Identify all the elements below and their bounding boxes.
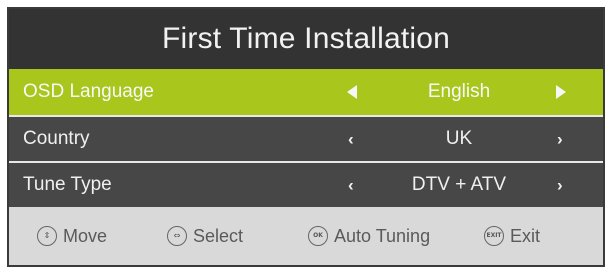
setting-label: OSD Language	[23, 81, 154, 102]
hint-label: Select	[193, 225, 244, 246]
left-right-icon: ⇔	[167, 226, 187, 246]
chevron-right-icon[interactable]: ›	[557, 177, 563, 194]
dialog-title-bar: First Time Installation	[9, 9, 603, 69]
chevron-right-icon[interactable]: ›	[557, 131, 563, 148]
setting-value: DTV + ATV	[411, 174, 507, 195]
hint-label: Exit	[510, 225, 541, 246]
hint-exit: EXIT Exit	[484, 226, 540, 247]
settings-list: OSD Language English Country ‹ UK › Tune…	[9, 69, 603, 207]
hint-label: Move	[63, 225, 108, 246]
setting-row-osd-language[interactable]: OSD Language English	[9, 69, 603, 115]
chevron-left-icon[interactable]: ‹	[348, 131, 354, 148]
setting-value: UK	[445, 128, 473, 149]
footer-hints: ⇕ Move ⇔ Select OK Auto Tuning EXIT Exit	[9, 207, 603, 265]
hint-label: Auto Tuning	[334, 225, 431, 246]
setting-row-country[interactable]: Country ‹ UK ›	[9, 115, 603, 161]
setting-label: Tune Type	[23, 174, 112, 195]
up-down-icon: ⇕	[37, 226, 57, 246]
hint-select: ⇔ Select	[167, 226, 243, 247]
ok-icon: OK	[308, 226, 328, 246]
setting-label: Country	[23, 128, 90, 149]
setting-value: English	[427, 81, 491, 102]
hint-auto-tuning: OK Auto Tuning	[308, 226, 430, 247]
first-time-installation-dialog: First Time Installation OSD Language Eng…	[7, 7, 605, 267]
triangle-left-icon[interactable]	[347, 85, 357, 99]
setting-row-tune-type[interactable]: Tune Type ‹ DTV + ATV ›	[9, 161, 603, 207]
hint-move: ⇕ Move	[37, 226, 107, 247]
triangle-right-icon[interactable]	[556, 85, 566, 99]
exit-icon: EXIT	[484, 226, 504, 246]
dialog-title: First Time Installation	[161, 22, 451, 55]
chevron-left-icon[interactable]: ‹	[348, 177, 354, 194]
